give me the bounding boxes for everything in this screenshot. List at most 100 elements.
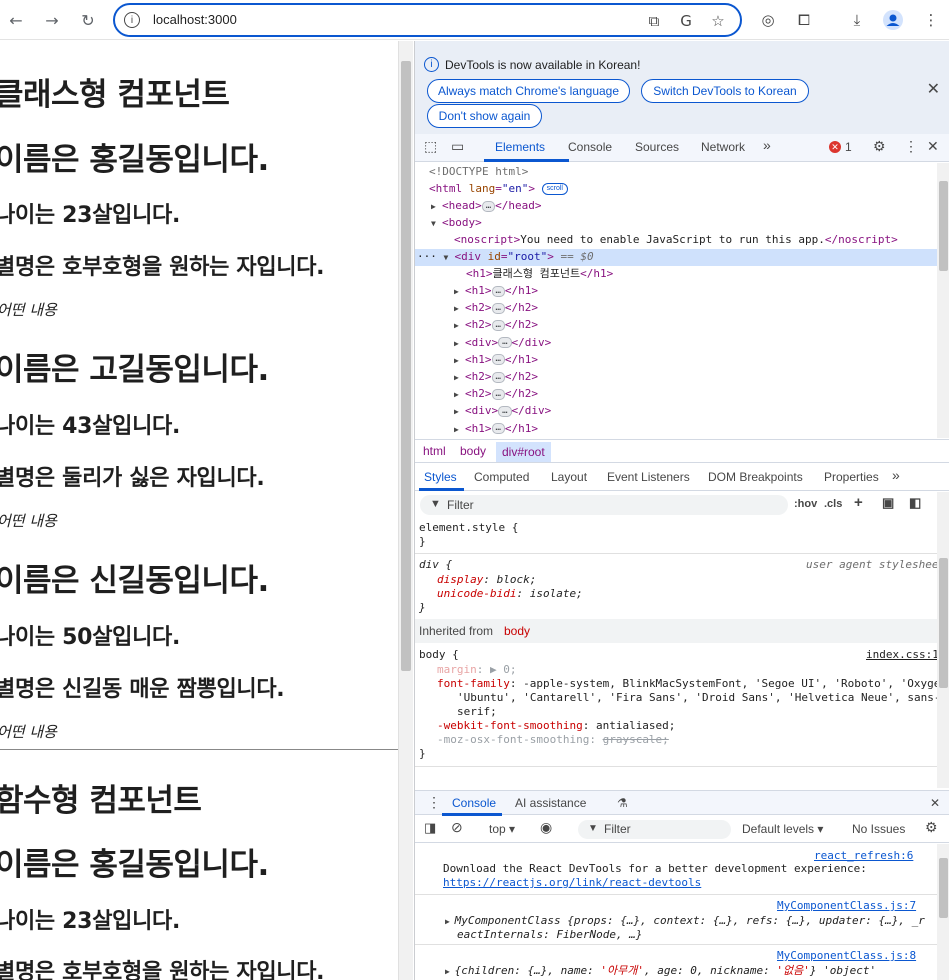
dom-node-h2[interactable]: ▶ <h2>… </h2> bbox=[454, 385, 538, 402]
console-object-log[interactable]: ▶ MyComponentClass {props: {…}, context:… bbox=[445, 914, 925, 929]
hov-toggle[interactable]: :hov bbox=[794, 498, 817, 510]
style-webkit-font-smoothing[interactable]: -webkit-font-smoothing: antialiased; bbox=[437, 719, 675, 733]
style-display[interactable]: display: block; bbox=[437, 573, 536, 587]
console-scrollbar[interactable] bbox=[937, 844, 949, 980]
error-count-badge[interactable]: ✕ 1 bbox=[829, 140, 852, 154]
dom-tree-scrollbar-thumb[interactable] bbox=[939, 181, 948, 271]
console-scrollbar-thumb[interactable] bbox=[939, 858, 948, 918]
dom-node-div-root[interactable]: ··· ▼ <div id="root"> == $0 bbox=[417, 248, 594, 265]
site-info-icon[interactable]: i bbox=[124, 12, 140, 28]
install-app-icon[interactable]: ⧉ bbox=[644, 11, 664, 31]
style-margin[interactable]: margin: ▶ 0; bbox=[437, 663, 517, 677]
dom-node-h2[interactable]: ▶ <h2>… </h2> bbox=[454, 316, 538, 333]
console-sidebar-icon[interactable]: ◨ bbox=[424, 820, 436, 836]
tab-layout[interactable]: Layout bbox=[551, 470, 587, 484]
styles-scrollbar[interactable] bbox=[937, 492, 949, 788]
dom-tree-scrollbar[interactable] bbox=[937, 163, 949, 438]
page-scrollbar-thumb[interactable] bbox=[401, 61, 411, 671]
cls-toggle[interactable]: .cls bbox=[824, 498, 842, 510]
console-link[interactable]: https://reactjs.org/link/react-devtools bbox=[443, 876, 701, 890]
tab-elements[interactable]: Elements bbox=[495, 140, 545, 154]
more-tabs-button[interactable]: » bbox=[763, 137, 771, 153]
dom-node-h1[interactable]: ▶ <h1>… </h1> bbox=[454, 351, 538, 368]
element-style-rule[interactable]: element.style { bbox=[419, 521, 518, 535]
dom-node-head[interactable]: ▶ <head>… </head> bbox=[431, 197, 542, 214]
dom-node-noscript[interactable]: <noscript>You need to enable JavaScript … bbox=[454, 231, 898, 248]
drawer-tab-console[interactable]: Console bbox=[452, 796, 496, 810]
color-format-icon[interactable]: ▣ bbox=[882, 495, 894, 511]
tab-properties[interactable]: Properties bbox=[824, 470, 879, 484]
inherited-from-link[interactable]: body bbox=[504, 624, 530, 638]
breadcrumb-html[interactable]: html bbox=[423, 444, 446, 458]
dom-node-body[interactable]: ▼ <body> bbox=[431, 214, 482, 231]
profile-avatar-icon[interactable] bbox=[882, 9, 904, 31]
device-toolbar-icon[interactable]: ▭ bbox=[451, 138, 464, 155]
console-object-log[interactable]: ▶ {children: {…}, name: '아무개', age: 0, n… bbox=[445, 964, 876, 979]
url-text[interactable]: localhost:3000 bbox=[153, 12, 237, 27]
dom-node-doctype[interactable]: <!DOCTYPE html> bbox=[429, 163, 528, 180]
console-source-link[interactable]: react_refresh:6 bbox=[814, 849, 913, 863]
dont-show-again-button[interactable]: Don't show again bbox=[427, 104, 542, 128]
page-heading: 함수형 컴포넌트 bbox=[0, 783, 202, 819]
console-source-link[interactable]: MyComponentClass.js:8 bbox=[777, 949, 916, 963]
toggle-sidebar-icon[interactable]: ◧ bbox=[909, 495, 921, 511]
inspect-element-icon[interactable]: ⬚ bbox=[424, 138, 437, 155]
body-rule-source-link[interactable]: index.css:1 bbox=[866, 648, 937, 662]
console-source-link[interactable]: MyComponentClass.js:7 bbox=[777, 899, 916, 913]
menu-kebab-icon[interactable]: ⋮ bbox=[920, 9, 942, 31]
live-expression-eye-icon[interactable]: ◉ bbox=[540, 819, 552, 836]
tab-dom-breakpoints[interactable]: DOM Breakpoints bbox=[708, 470, 803, 484]
dom-node-h2[interactable]: ▶ <h2>… </h2> bbox=[454, 299, 538, 316]
console-filter-input[interactable]: ▼ Filter bbox=[578, 820, 731, 839]
switch-to-korean-button[interactable]: Switch DevTools to Korean bbox=[641, 79, 809, 103]
bookmark-star-icon[interactable]: ☆ bbox=[708, 11, 728, 31]
back-icon[interactable]: ← bbox=[4, 8, 28, 32]
tab-computed[interactable]: Computed bbox=[474, 470, 529, 484]
drawer-tab-ai-assistance[interactable]: AI assistance bbox=[515, 796, 586, 810]
more-subtabs-button[interactable]: » bbox=[892, 467, 900, 483]
breadcrumb-div-root[interactable]: div#root bbox=[496, 442, 551, 462]
style-moz-font-smoothing[interactable]: -moz-osx-font-smoothing: grayscale; bbox=[437, 733, 669, 747]
extension-icon[interactable]: ◎ bbox=[757, 9, 779, 31]
div-ua-rule[interactable]: div { bbox=[419, 558, 452, 572]
breadcrumb-body[interactable]: body bbox=[460, 444, 486, 458]
console-settings-gear-icon[interactable]: ⚙ bbox=[925, 819, 938, 836]
always-match-language-button[interactable]: Always match Chrome's language bbox=[427, 79, 630, 103]
page-scrollbar[interactable] bbox=[398, 41, 413, 980]
body-rule[interactable]: body { bbox=[419, 648, 459, 662]
context-selector[interactable]: top ▾ bbox=[489, 822, 515, 836]
dom-node-h1-expanded[interactable]: <h1>클래스형 컴포넌트</h1> bbox=[466, 265, 613, 282]
dom-node-h1[interactable]: ▶ <h1>… </h1> bbox=[454, 282, 538, 299]
close-devtools-icon[interactable]: ✕ bbox=[927, 138, 939, 155]
settings-gear-icon[interactable]: ⚙ bbox=[873, 138, 886, 155]
styles-scrollbar-thumb[interactable] bbox=[939, 558, 948, 688]
devtools-menu-icon[interactable]: ⋮ bbox=[904, 138, 918, 155]
download-icon[interactable]: ⤓ bbox=[846, 9, 868, 31]
issues-button[interactable]: No Issues bbox=[852, 822, 905, 836]
styles-filter-input[interactable]: ▼ Filter bbox=[420, 495, 788, 515]
forward-icon[interactable]: → bbox=[40, 8, 64, 32]
dom-node-html[interactable]: <html lang="en"> scroll bbox=[429, 180, 568, 197]
reload-icon[interactable]: ↻ bbox=[76, 8, 100, 32]
log-levels-dropdown[interactable]: Default levels ▾ bbox=[742, 822, 823, 836]
tab-event-listeners[interactable]: Event Listeners bbox=[607, 470, 690, 484]
style-font-family[interactable]: font-family: -apple-system, BlinkMacSyst… bbox=[437, 677, 937, 691]
tab-console[interactable]: Console bbox=[568, 140, 612, 154]
clear-console-icon[interactable]: ⊘ bbox=[451, 819, 463, 836]
drawer-menu-icon[interactable]: ⋮ bbox=[427, 794, 441, 811]
style-unicode-bidi[interactable]: unicode-bidi: isolate; bbox=[437, 587, 583, 601]
close-drawer-icon[interactable]: ✕ bbox=[930, 796, 940, 810]
dom-node-h1[interactable]: ▶ <h1>… </h1> bbox=[454, 420, 538, 437]
new-rule-icon[interactable]: + bbox=[854, 494, 863, 511]
tab-styles[interactable]: Styles bbox=[424, 470, 457, 484]
close-icon[interactable]: ✕ bbox=[927, 79, 940, 99]
dom-node-h2[interactable]: ▶ <h2>… </h2> bbox=[454, 368, 538, 385]
tab-network[interactable]: Network bbox=[701, 140, 745, 154]
tab-sources[interactable]: Sources bbox=[635, 140, 679, 154]
translate-icon[interactable]: G bbox=[676, 11, 696, 31]
scroll-badge[interactable]: scroll bbox=[541, 183, 568, 195]
dom-node-div[interactable]: ▶ <div>… </div> bbox=[454, 402, 551, 419]
dom-node-div[interactable]: ▶ <div>… </div> bbox=[454, 334, 551, 351]
puzzle-icon[interactable]: ⧠ bbox=[793, 9, 815, 31]
address-bar[interactable]: i localhost:3000 ⧉ G ☆ bbox=[113, 3, 742, 37]
